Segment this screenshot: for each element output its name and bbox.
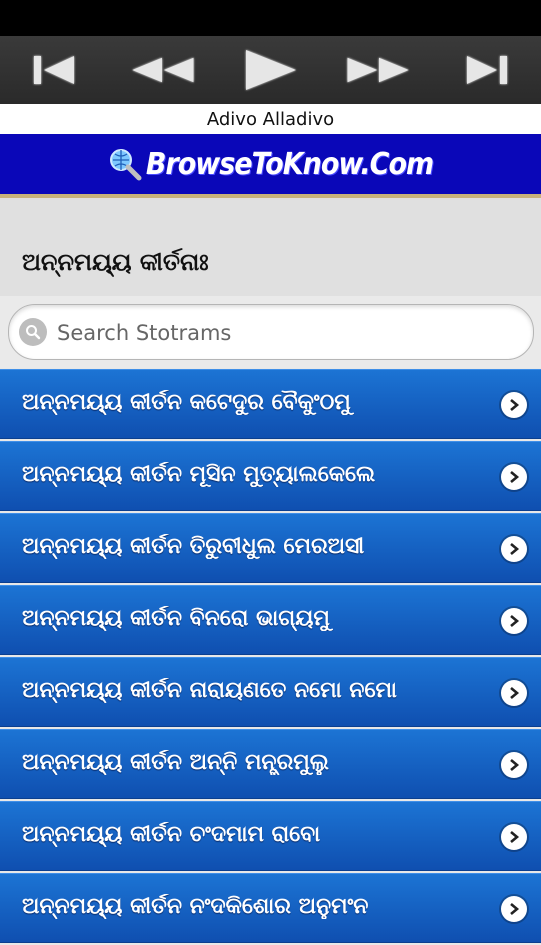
stotram-list: ଅନ୍ନମୟ୍ୟ କୀର୍ତନ କଟେଦୁର ବୈକୁଂଠମୁ ଅନ୍ନମୟ୍ୟ… bbox=[0, 369, 541, 945]
chevron-right-icon bbox=[501, 464, 527, 490]
play-icon bbox=[246, 50, 297, 90]
media-controls bbox=[0, 36, 541, 104]
status-bar bbox=[0, 0, 541, 36]
search-bar bbox=[0, 296, 541, 368]
list-item[interactable]: ଅନ୍ନମୟ୍ୟ କୀର୍ତନ ନାରାୟଣତେ ନମୋ ନମୋ bbox=[0, 657, 541, 727]
globe-magnifier-icon bbox=[109, 149, 142, 181]
now-playing-title: Adivo Alladivo bbox=[0, 104, 541, 134]
page-title: ଅନ୍ନମୟ୍ୟ କୀର୍ତନାଃ bbox=[22, 248, 209, 276]
search-box[interactable] bbox=[8, 304, 534, 360]
skip-back-icon bbox=[34, 56, 75, 84]
site-banner[interactable]: BrowseToKnow.Com bbox=[0, 134, 541, 198]
play-button[interactable] bbox=[235, 45, 305, 95]
list-item[interactable]: ଅନ୍ନମୟ୍ୟ କୀର୍ତନ ଅନ୍ନି ମନ୍ତ୍ରମୁଲୁ bbox=[0, 729, 541, 799]
list-item-label: ଅନ୍ନମୟ୍ୟ କୀର୍ତନ ମୂସିନ ମୁତ୍ୟାଲକେଲେ bbox=[22, 462, 376, 487]
list-item[interactable]: ଅନ୍ନମୟ୍ୟ କୀର୍ତନ ତିରୁବୀଧୁଲ ମେରଅସୀ bbox=[0, 513, 541, 583]
chevron-right-icon bbox=[501, 680, 527, 706]
skip-forward-button[interactable] bbox=[452, 45, 522, 95]
skip-forward-icon bbox=[466, 56, 507, 84]
list-item[interactable]: ଅନ୍ନମୟ୍ୟ କୀର୍ତନ ବିନରୋ ଭାଗ୍ୟମୁ bbox=[0, 585, 541, 655]
banner-text: BrowseToKnow.Com bbox=[145, 146, 434, 182]
skip-back-button[interactable] bbox=[19, 45, 89, 95]
rewind-button[interactable] bbox=[127, 45, 197, 95]
list-item[interactable]: ଅନ୍ନମୟ୍ୟ କୀର୍ତନ ଚଂଦମାମ ରାବୋ bbox=[0, 801, 541, 871]
chevron-right-icon bbox=[501, 392, 527, 418]
search-icon bbox=[19, 318, 47, 346]
list-item[interactable]: ଅନ୍ନମୟ୍ୟ କୀର୍ତନ ମୂସିନ ମୁତ୍ୟାଲକେଲେ bbox=[0, 441, 541, 511]
page-header: ଅନ୍ନମୟ୍ୟ କୀର୍ତନାଃ bbox=[0, 198, 541, 296]
chevron-right-icon bbox=[501, 536, 527, 562]
list-item-label: ଅନ୍ନମୟ୍ୟ କୀର୍ତନ କଟେଦୁର ବୈକୁଂଠମୁ bbox=[22, 390, 351, 415]
chevron-right-icon bbox=[501, 608, 527, 634]
fast-forward-button[interactable] bbox=[344, 45, 414, 95]
list-item[interactable]: ଅନ୍ନମୟ୍ୟ କୀର୍ତନ ନଂଦକିଶୋର ଅନୁମଂନ bbox=[0, 873, 541, 943]
list-item-label: ଅନ୍ନମୟ୍ୟ କୀର୍ତନ ନଂଦକିଶୋର ଅନୁମଂନ bbox=[22, 894, 369, 919]
list-item[interactable]: ଅନ୍ନମୟ୍ୟ କୀର୍ତନ କଟେଦୁର ବୈକୁଂଠମୁ bbox=[0, 369, 541, 439]
search-input[interactable] bbox=[55, 315, 519, 351]
list-item-label: ଅନ୍ନମୟ୍ୟ କୀର୍ତନ ବିନରୋ ଭାଗ୍ୟମୁ bbox=[22, 606, 330, 631]
list-item-label: ଅନ୍ନମୟ୍ୟ କୀର୍ତନ ଅନ୍ନି ମନ୍ତ୍ରମୁଲୁ bbox=[22, 750, 329, 775]
fast-forward-icon bbox=[347, 57, 409, 83]
rewind-icon bbox=[132, 57, 194, 83]
chevron-right-icon bbox=[501, 824, 527, 850]
list-item-label: ଅନ୍ନମୟ୍ୟ କୀର୍ତନ ନାରାୟଣତେ ନମୋ ନମୋ bbox=[22, 678, 397, 703]
chevron-right-icon bbox=[501, 752, 527, 778]
list-item-label: ଅନ୍ନମୟ୍ୟ କୀର୍ତନ ଚଂଦମାମ ରାବୋ bbox=[22, 822, 321, 847]
list-item-label: ଅନ୍ନମୟ୍ୟ କୀର୍ତନ ତିରୁବୀଧୁଲ ମେରଅସୀ bbox=[22, 534, 365, 559]
